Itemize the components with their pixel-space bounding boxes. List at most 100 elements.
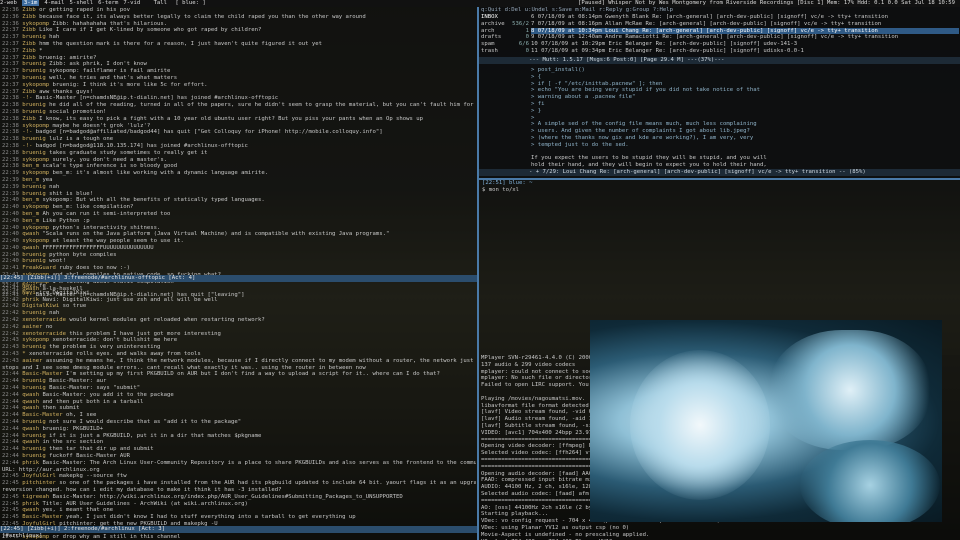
workspace-tab[interactable]: 3-im: [21, 0, 40, 6]
chat-nick[interactable]: -!-: [22, 129, 32, 135]
workspace-tab[interactable]: 7-vid: [123, 0, 140, 6]
mutt-folder[interactable]: INBOX: [481, 14, 529, 21]
chat-nick[interactable]: Zibb: [22, 7, 35, 13]
shell-output[interactable]: $ mon to/xl: [479, 187, 960, 194]
chat-nick[interactable]: qwash: [22, 399, 39, 405]
chat-nick[interactable]: bruenig: [22, 385, 46, 391]
chat-nick[interactable]: ben_m: [22, 177, 39, 183]
chat-nick[interactable]: xenoterracide: [22, 331, 66, 337]
chat-nick[interactable]: qwash: [22, 405, 39, 411]
video-playback-window[interactable]: [590, 320, 942, 522]
chat-nick[interactable]: qwash: [22, 392, 39, 398]
chat-nick[interactable]: bruenig: [22, 344, 46, 350]
workspace-tab[interactable]: 6-term: [98, 0, 118, 6]
chat-nick[interactable]: phrik: [22, 501, 39, 507]
chat-nick[interactable]: DigitalKiwi: [22, 303, 59, 309]
chat-nick[interactable]: bruenig: [22, 150, 46, 156]
chat-nick[interactable]: JoyfulGirl: [22, 473, 56, 479]
chat-nick[interactable]: Basic-Master: [22, 514, 62, 520]
chat-nick[interactable]: FreakGuard: [22, 265, 56, 271]
chat-nick[interactable]: bruenig: [22, 136, 46, 142]
chat-nick[interactable]: bruenig: [22, 68, 46, 74]
chat-nick[interactable]: sykopomp: [22, 82, 49, 88]
chat-nick[interactable]: Basic-Master: [22, 412, 62, 418]
chat-nick[interactable]: Navi: [22, 283, 35, 289]
layout-indicator[interactable]: Tall: [154, 0, 167, 6]
chat-nick[interactable]: Zibb: [22, 116, 35, 122]
chat-nick[interactable]: bruenig: [22, 310, 46, 316]
workspace-tab[interactable]: 4-mail: [44, 0, 64, 6]
chat-nick[interactable]: phrik: [22, 460, 39, 466]
chat-nick[interactable]: sykopomp: [22, 21, 49, 27]
chat-nick[interactable]: pitchinter: [22, 480, 56, 486]
irc-window[interactable]: 22:36 Zibb or getting raped in his pov 22…: [0, 7, 477, 540]
chat-nick[interactable]: bruenig: [22, 184, 46, 190]
mutt-folder[interactable]: trash 0: [481, 48, 529, 55]
chat-nick[interactable]: aainer: [22, 358, 42, 364]
chat-nick[interactable]: qwash: [22, 507, 39, 513]
chat-nick[interactable]: bruenig: [22, 61, 46, 67]
chat-nick[interactable]: qwash: [22, 439, 39, 445]
chat-nick[interactable]: bruenig: [22, 378, 46, 384]
chat-nick[interactable]: Basic-Master: [22, 371, 62, 377]
chat-nick[interactable]: ben_m: [22, 197, 39, 203]
chat-nick[interactable]: sykopomp: [22, 238, 49, 244]
chat-nick[interactable]: bruenig: [22, 258, 46, 264]
mutt-folder[interactable]: drafts 0: [481, 34, 529, 41]
chat-nick[interactable]: ben_m: [22, 163, 39, 169]
mutt-message-row[interactable]: 8 07/18/09 at 10:34pm Loui Chang Re: [ar…: [531, 27, 959, 35]
chat-timestamp: 22:44: [2, 425, 19, 432]
chat-nick[interactable]: Zibb: [22, 55, 35, 61]
chat-nick[interactable]: qwash: [22, 426, 39, 432]
chat-nick[interactable]: qwash: [22, 245, 39, 251]
irc-input-line[interactable]: [#archlinux]: [2, 533, 42, 540]
mutt-folder[interactable]: archive 536/2: [481, 21, 529, 28]
chat-nick[interactable]: Zibb: [22, 14, 35, 20]
chat-timestamp: 22:44: [2, 432, 19, 439]
chat-nick[interactable]: sykopomp: [22, 123, 49, 129]
mutt-folder-sidebar[interactable]: INBOX archive 536/2 arch 1 drafts 0 spam 6/6 tras…: [481, 14, 529, 55]
chat-nick[interactable]: Zibb: [22, 41, 35, 47]
mutt-folder[interactable]: arch 1: [481, 28, 529, 35]
chat-nick[interactable]: -!-: [22, 143, 32, 149]
chat-nick[interactable]: sykopomp: [22, 170, 49, 176]
mutt-window[interactable]: q:Quit d:Del u:Undel s:Save m:Mail r:Rep…: [479, 7, 960, 178]
chat-nick[interactable]: ben_m: [22, 218, 39, 224]
chat-nick[interactable]: xenoterracide: [22, 317, 66, 323]
chat-nick[interactable]: bruenig: [22, 453, 46, 459]
mutt-message-row[interactable]: 9 07/18/09 at 12:40am Andre Ramaciotti R…: [531, 34, 959, 41]
chat-nick[interactable]: qwash: [22, 231, 39, 237]
chat-nick[interactable]: ben_m: [22, 211, 39, 217]
chat-nick[interactable]: Zibb: [22, 89, 35, 95]
chat-nick[interactable]: sykopomp: [22, 204, 49, 210]
chat-nick[interactable]: Zibb: [22, 48, 35, 54]
chat-nick[interactable]: bruenig: [22, 446, 46, 452]
chat-nick[interactable]: sykopomp: [22, 225, 49, 231]
mutt-message-row[interactable]: 7 07/18/09 at 08:16pm Allan McRae Re: [a…: [531, 21, 959, 28]
chat-nick[interactable]: bruenig: [22, 433, 46, 439]
chat-nick[interactable]: bruenig: [22, 34, 46, 40]
chat-nick[interactable]: tigreeah: [22, 494, 49, 500]
mutt-message-row[interactable]: 10 07/18/09 at 10:29pm Eric Bélanger Re:…: [531, 41, 959, 48]
chat-nick[interactable]: bruenig: [22, 191, 46, 197]
chat-nick[interactable]: sykopomp: [22, 337, 49, 343]
mutt-message-row[interactable]: 6 07/18/09 at 08:14pm Gwenyth Blank Re: …: [531, 14, 959, 21]
chat-nick[interactable]: bruenig: [22, 419, 46, 425]
chat-nick[interactable]: Navi: [22, 290, 35, 296]
mutt-message-index[interactable]: 6 07/18/09 at 08:14pm Gwenyth Blank Re: …: [531, 14, 959, 55]
chat-nick[interactable]: phrik: [22, 297, 39, 303]
chat-nick[interactable]: bruenig: [22, 252, 46, 258]
chat-nick[interactable]: bruenig: [22, 109, 46, 115]
chat-nick[interactable]: Zibb: [22, 27, 35, 33]
workspace-tab[interactable]: 2-web: [0, 0, 17, 6]
workspace-list[interactable]: 2-web 3-im 4-mail 5-shell 6-term 7-vid: [0, 0, 145, 6]
chat-nick[interactable]: -!-: [22, 95, 32, 101]
chat-nick[interactable]: sykopomp: [22, 157, 49, 163]
mutt-message-row[interactable]: 11 07/18/09 at 09:34pm Eric Bélanger Re:…: [531, 48, 959, 55]
chat-nick[interactable]: aainer: [22, 324, 42, 330]
mutt-folder[interactable]: spam 6/6: [481, 41, 529, 48]
chat-nick[interactable]: bruenig: [22, 75, 46, 81]
chat-nick[interactable]: *: [22, 351, 25, 357]
workspace-tab[interactable]: 5-shell: [70, 0, 94, 6]
chat-nick[interactable]: bruenig: [22, 102, 46, 108]
